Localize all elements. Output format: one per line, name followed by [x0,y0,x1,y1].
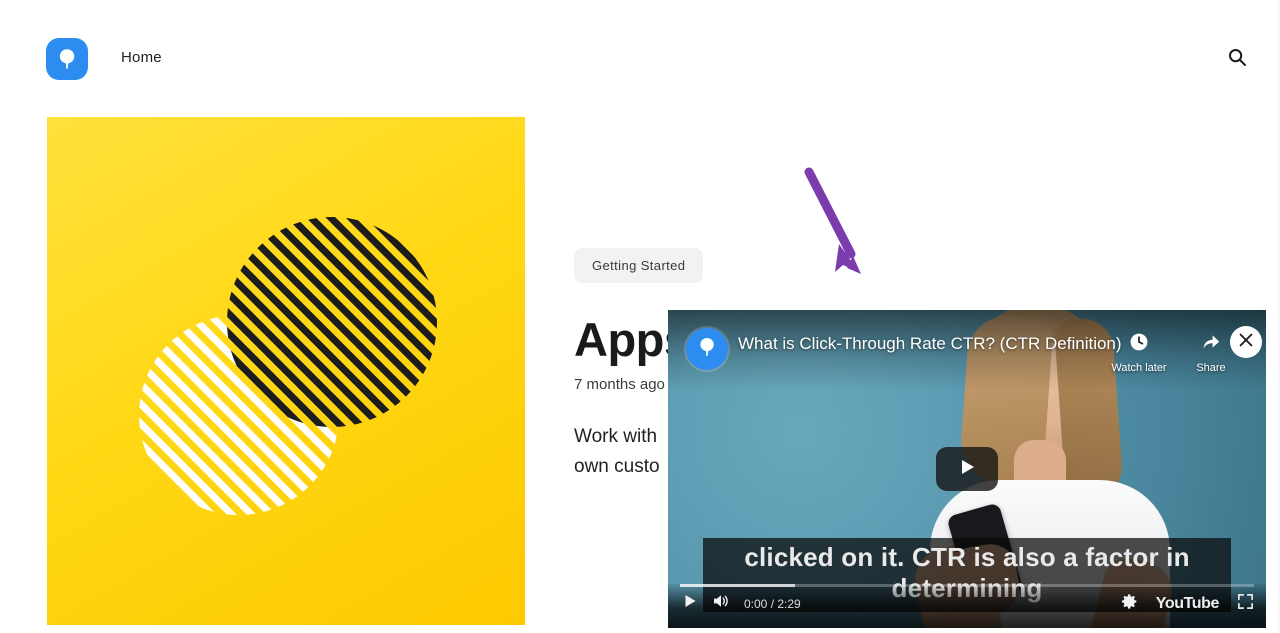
settings-button[interactable] [1121,593,1138,615]
article-tag-label: Getting Started [592,258,686,273]
video-channel-avatar[interactable] [686,328,728,370]
balloon-logo-icon [695,335,719,364]
volume-icon [712,593,730,614]
video-title[interactable]: What is Click-Through Rate CTR? (CTR Def… [738,334,1122,354]
fullscreen-icon [1237,593,1254,615]
balloon-logo-icon [54,46,80,72]
gear-icon [1121,593,1138,615]
nav-item-home-label: Home [121,49,162,66]
search-button[interactable] [1225,47,1249,71]
play-icon [682,593,698,614]
youtube-video-player[interactable]: What is Click-Through Rate CTR? (CTR Def… [668,310,1266,628]
overlapping-striped-circles-icon [139,217,437,515]
caption-line-1: clicked on it. CTR is also a factor in [744,542,1190,572]
site-logo[interactable] [46,38,88,80]
video-controls-right: YouTube [1121,593,1254,615]
play-button[interactable] [682,593,698,614]
play-icon [956,456,978,483]
clock-icon [1129,332,1149,357]
article-tag-chip[interactable]: Getting Started [574,248,704,283]
volume-button[interactable] [712,593,730,614]
close-icon [1236,330,1256,355]
youtube-wordmark[interactable]: YouTube [1156,595,1220,613]
watch-later-button[interactable]: Watch later [1102,332,1176,374]
video-title-bar: What is Click-Through Rate CTR? (CTR Def… [678,318,1256,376]
hero-artwork [47,117,525,625]
purple-arrow-annotation [795,160,875,290]
search-icon [1227,47,1247,72]
fullscreen-button[interactable] [1237,593,1254,615]
video-progress-bar[interactable] [680,584,1254,587]
site-header: Home [0,0,1280,100]
video-time-display: 0:00 / 2:29 [744,596,801,611]
share-icon [1201,332,1221,357]
purple-arrow-icon [804,167,861,274]
page-root: Home Getting Started Apps 7 months ago b… [0,0,1280,633]
watch-later-label: Watch later [1111,362,1167,374]
close-video-button[interactable] [1230,326,1262,358]
video-controls-left: 0:00 / 2:29 [682,593,801,614]
big-play-button[interactable] [936,447,998,491]
nav-item-home[interactable]: Home [121,47,162,69]
share-label: Share [1196,362,1226,374]
video-control-bar: 0:00 / 2:29 YouTube [668,584,1266,628]
video-progress-loaded [680,584,795,587]
